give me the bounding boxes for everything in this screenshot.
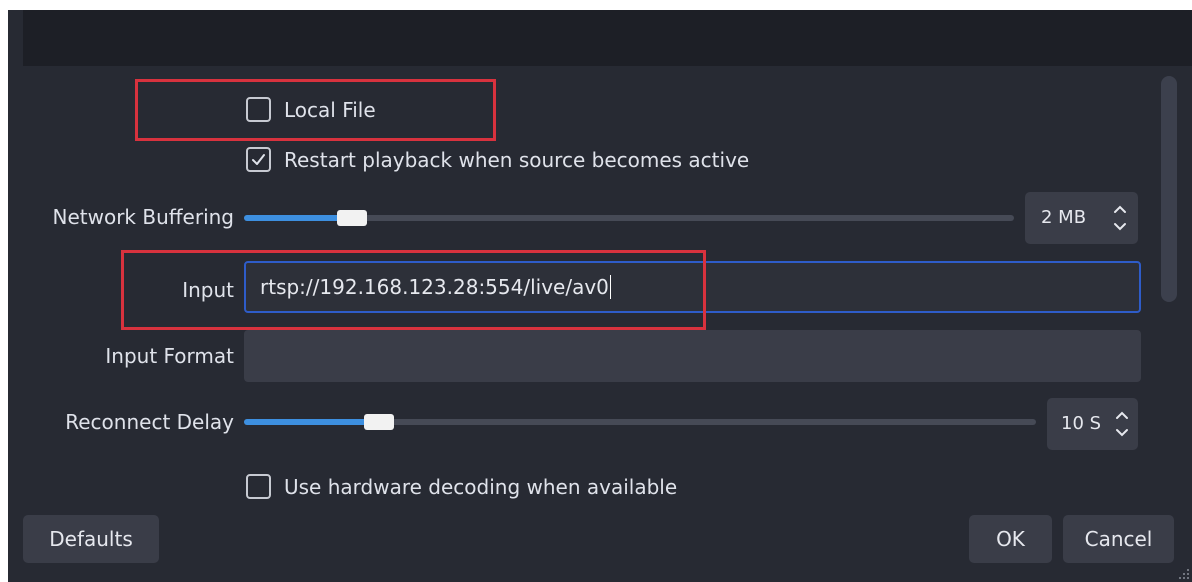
reconnect-delay-spinbox[interactable]: 10 S (1047, 398, 1138, 450)
input-format-label: Input Format (105, 344, 234, 368)
restart-playback-label[interactable]: Restart playback when source becomes act… (284, 148, 749, 172)
cancel-button[interactable]: Cancel (1063, 515, 1174, 563)
input-format-field[interactable] (244, 330, 1141, 382)
network-buffering-value: 2 MB (1041, 207, 1087, 228)
chevron-up-icon[interactable] (1114, 409, 1130, 421)
network-buffering-label: Network Buffering (52, 205, 235, 229)
chevron-down-icon[interactable] (1112, 221, 1128, 233)
defaults-button[interactable]: Defaults (23, 515, 159, 563)
chevron-up-icon[interactable] (1112, 203, 1128, 215)
network-buffering-spinbox[interactable]: 2 MB (1025, 192, 1138, 244)
chevron-down-icon[interactable] (1114, 427, 1130, 439)
highlight-input (121, 250, 706, 330)
hardware-decoding-label[interactable]: Use hardware decoding when available (284, 475, 677, 499)
hardware-decoding-checkbox[interactable] (246, 474, 271, 499)
resize-grip-icon[interactable] (1178, 568, 1190, 580)
media-source-properties-dialog: Local File Restart playback when source … (8, 10, 1192, 582)
restart-playback-checkbox[interactable] (246, 147, 271, 172)
reconnect-delay-label: Reconnect Delay (65, 410, 234, 434)
reconnect-delay-slider-handle[interactable] (364, 414, 394, 430)
network-buffering-slider-fill (244, 215, 352, 221)
checkmark-icon (252, 154, 265, 165)
network-buffering-slider-handle[interactable] (337, 210, 367, 226)
reconnect-delay-slider-fill (244, 419, 379, 425)
reconnect-delay-value: 10 S (1061, 413, 1102, 434)
preview-area (23, 10, 1192, 66)
highlight-local-file (135, 79, 496, 141)
vertical-scrollbar[interactable] (1161, 76, 1177, 302)
ok-button[interactable]: OK (969, 515, 1052, 563)
